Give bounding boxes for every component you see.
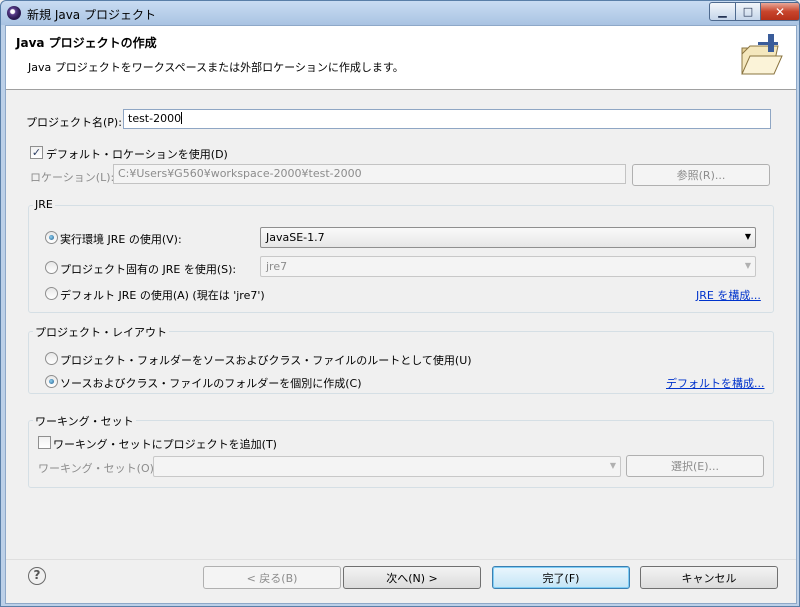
project-name-value: test-2000 (128, 112, 182, 125)
jre-project-specific-radio[interactable] (45, 261, 58, 274)
chevron-down-icon: ▼ (744, 232, 751, 241)
location-input: C:¥Users¥G560¥workspace-2000¥test-2000 (113, 164, 626, 184)
layout-root-radio[interactable] (45, 352, 58, 365)
location-label: ロケーション(L): (30, 171, 115, 184)
page-description: Java プロジェクトをワークスペースまたは外部ロケーションに作成します。 (28, 61, 404, 74)
exec-env-value: JavaSE-1.7 (266, 231, 325, 244)
title-bar[interactable]: 新規 Java プロジェクト ▁ □ ✕ (1, 1, 800, 25)
minimize-button[interactable]: ▁ (709, 2, 736, 21)
working-sets-label: ワーキング・セット(O): (38, 462, 158, 475)
jre-project-specific-label[interactable]: プロジェクト固有の JRE を使用(S): (60, 261, 236, 277)
jre-exec-env-radio[interactable] (45, 231, 58, 244)
project-jre-combo: jre7 ▼ (260, 256, 756, 277)
wizard-header: Java プロジェクトの作成 Java プロジェクトをワークスペースまたは外部ロ… (6, 26, 796, 90)
new-java-project-icon (741, 34, 783, 75)
maximize-button[interactable]: □ (735, 2, 761, 21)
project-name-label: プロジェクト名(P): (26, 116, 122, 129)
layout-root-label[interactable]: プロジェクト・フォルダーをソースおよびクラス・ファイルのルートとして使用(U) (60, 352, 472, 368)
jre-exec-env-label[interactable]: 実行環境 JRE の使用(V): (60, 231, 182, 247)
use-default-location-checkbox[interactable]: ✓ (30, 146, 43, 159)
text-cursor (181, 112, 183, 124)
jre-group-title: JRE (33, 198, 55, 211)
help-icon[interactable]: ? (28, 567, 46, 585)
chevron-down-icon: ▼ (744, 261, 751, 270)
window-title: 新規 Java プロジェクト (27, 8, 156, 22)
project-layout-group-title: プロジェクト・レイアウト (33, 324, 169, 340)
back-button: < 戻る(B) (203, 566, 341, 589)
configure-default-link[interactable]: デフォルトを構成... (666, 375, 765, 391)
eclipse-icon (7, 6, 21, 20)
chevron-down-icon: ▼ (609, 461, 616, 470)
layout-separate-radio[interactable] (45, 375, 58, 388)
working-sets-group (28, 420, 774, 488)
close-button[interactable]: ✕ (760, 2, 800, 21)
layout-separate-label[interactable]: ソースおよびクラス・ファイルのフォルダーを個別に作成(C) (60, 375, 362, 391)
browse-button: 参照(R)... (632, 164, 770, 186)
page-title: Java プロジェクトの作成 (16, 36, 157, 50)
jre-default-label[interactable]: デフォルト JRE の使用(A) (現在は 'jre7') (60, 287, 265, 303)
working-sets-group-title: ワーキング・セット (33, 413, 136, 429)
footer-separator (6, 559, 796, 560)
jre-default-radio[interactable] (45, 287, 58, 300)
project-jre-value: jre7 (266, 260, 288, 273)
next-button[interactable]: 次へ(N) > (343, 566, 481, 589)
cancel-button[interactable]: キャンセル (640, 566, 778, 589)
add-to-working-set-checkbox[interactable] (38, 436, 51, 449)
add-to-working-set-label[interactable]: ワーキング・セットにプロジェクトを追加(T) (53, 436, 277, 452)
configure-jre-link[interactable]: JRE を構成... (696, 287, 761, 303)
finish-button[interactable]: 完了(F) (492, 566, 630, 589)
use-default-location-label[interactable]: デフォルト・ロケーションを使用(D) (46, 146, 228, 162)
dialog-window: 新規 Java プロジェクト ▁ □ ✕ Java プロジェクトの作成 Java… (0, 0, 800, 607)
exec-env-combo[interactable]: JavaSE-1.7 ▼ (260, 227, 756, 248)
working-sets-combo: ▼ (153, 456, 621, 477)
project-name-input[interactable]: test-2000 (123, 109, 771, 129)
select-working-set-button: 選択(E)... (626, 455, 764, 477)
dialog-body: Java プロジェクトの作成 Java プロジェクトをワークスペースまたは外部ロ… (5, 25, 797, 604)
